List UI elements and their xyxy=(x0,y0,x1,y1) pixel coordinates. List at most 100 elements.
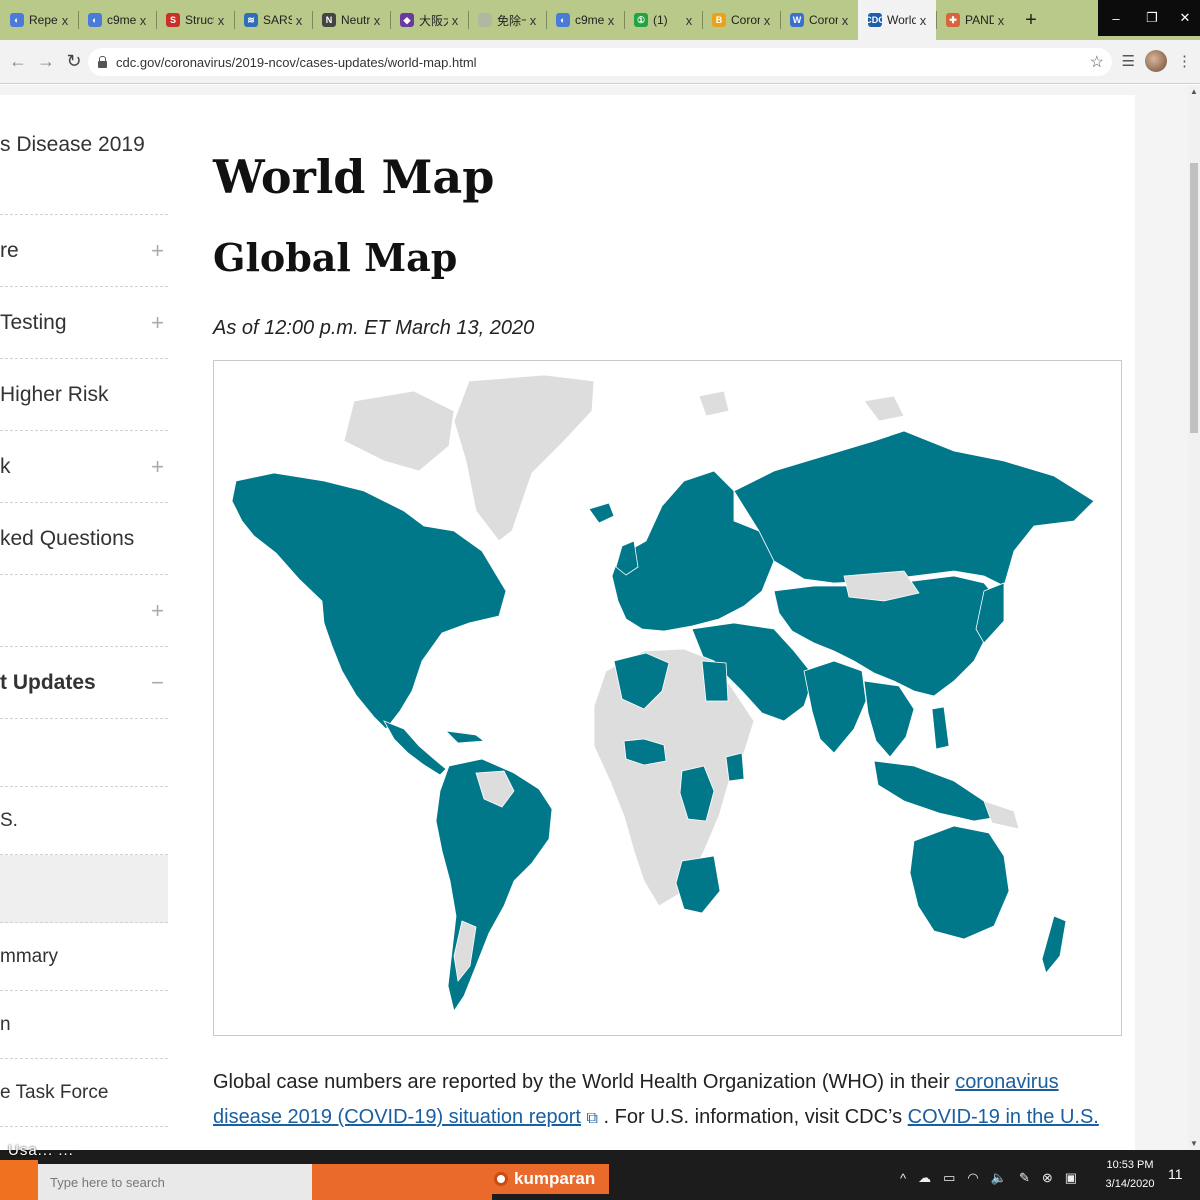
sidebar-item[interactable] xyxy=(0,855,168,923)
tray-icon[interactable]: ✎ xyxy=(1019,1170,1030,1186)
tab-close-icon[interactable]: x xyxy=(214,13,228,28)
new-tab-button[interactable]: + xyxy=(1014,0,1048,40)
forward-button[interactable]: → xyxy=(32,51,60,72)
sidebar-item[interactable]: e Task Force xyxy=(0,1059,168,1127)
tab-title: (1) xyxy=(653,13,668,27)
tray-icon[interactable]: ☁ xyxy=(918,1170,931,1186)
browser-tab[interactable]: ✚ PAND x xyxy=(936,0,1014,40)
expand-plus-icon[interactable]: + xyxy=(151,310,164,336)
scroll-up-icon[interactable]: ▲ xyxy=(1190,87,1198,96)
profile-avatar[interactable] xyxy=(1145,50,1167,72)
reload-button[interactable]: ↻ xyxy=(60,51,88,72)
kumparan-watermark: kumparan xyxy=(486,1164,610,1194)
sidebar-item[interactable]: n xyxy=(0,991,168,1059)
close-window-button[interactable]: ✕ xyxy=(1170,0,1200,36)
tab-close-icon[interactable]: x xyxy=(136,13,150,28)
expand-plus-icon[interactable]: + xyxy=(151,454,164,480)
browser-tab[interactable]: B Coronx xyxy=(702,0,780,40)
sidebar-item[interactable]: re + xyxy=(0,215,168,287)
sidebar-item[interactable]: mmary xyxy=(0,923,168,991)
sidebar-item[interactable]: + xyxy=(0,575,168,647)
india-region xyxy=(803,660,867,754)
taskbar-search-input[interactable]: Type here to search xyxy=(38,1164,312,1200)
collapse-minus-icon[interactable]: − xyxy=(151,670,164,696)
browser-tab[interactable]: N Neutr x xyxy=(312,0,390,40)
arctic-islands-east xyxy=(863,395,905,422)
scroll-down-icon[interactable]: ▼ xyxy=(1190,1139,1198,1148)
maximize-button[interactable]: ❐ xyxy=(1134,0,1170,36)
tab-close-icon[interactable]: x xyxy=(838,13,852,28)
sidebar-item[interactable]: t Updates − xyxy=(0,647,168,719)
taskbar-apps[interactable] xyxy=(312,1164,492,1200)
sidebar-item[interactable]: k + xyxy=(0,431,168,503)
tab-close-icon[interactable]: x xyxy=(526,13,540,28)
browser-toolbar: ← → ↻ cdc.gov/coronavirus/2019-ncov/case… xyxy=(0,40,1200,84)
menu-icon[interactable]: ⋮ xyxy=(1177,52,1192,70)
browser-tab[interactable]: ◐ c9me(x xyxy=(546,0,624,40)
minimize-button[interactable]: – xyxy=(1098,0,1134,36)
sidebar-item-label: e Task Force xyxy=(0,1081,109,1103)
tab-close-icon[interactable]: x xyxy=(994,13,1008,28)
browser-tab[interactable]: W Coronx xyxy=(780,0,858,40)
browser-tab[interactable]: ≋ SARS-x xyxy=(234,0,312,40)
caribbean-region xyxy=(444,730,486,744)
tab-favicon-icon: S xyxy=(166,13,180,27)
southeast-asia-region xyxy=(863,680,915,758)
browser-tab[interactable]: ◆ 大阪大x xyxy=(390,0,468,40)
browser-tab[interactable]: ① (1) x xyxy=(624,0,702,40)
tab-close-icon[interactable]: x xyxy=(370,13,384,28)
world-map xyxy=(213,360,1122,1036)
sidebar-item-label: re xyxy=(0,238,19,262)
tray-icon[interactable]: ▭ xyxy=(943,1170,955,1186)
tab-favicon-icon: ◆ xyxy=(400,13,414,27)
tray-icon[interactable]: 🔈 xyxy=(991,1170,1007,1186)
tab-close-icon[interactable]: x xyxy=(292,13,306,28)
toolbar-icons: ☰ ⋮ xyxy=(1122,50,1192,72)
sidebar-nav: s Disease 2019 re + Testing + Higher Risk k + ke… xyxy=(0,95,168,1127)
taskbar-clock[interactable]: 10:53 PM 3/14/2020 xyxy=(1100,1156,1160,1194)
tray-icon[interactable]: ^ xyxy=(900,1171,906,1186)
address-bar[interactable]: cdc.gov/coronavirus/2019-ncov/cases-upda… xyxy=(88,48,1112,76)
reading-list-icon[interactable]: ☰ xyxy=(1122,52,1135,70)
tab-title: PAND xyxy=(965,13,994,27)
sidebar-item[interactable]: S. xyxy=(0,787,168,855)
sidebar-item[interactable]: Testing + xyxy=(0,287,168,359)
tab-title: Neutr xyxy=(341,13,370,27)
browser-tab[interactable]: 免除卡x xyxy=(468,0,546,40)
tab-close-icon[interactable]: x xyxy=(916,13,930,28)
tray-icon[interactable]: ◠ xyxy=(967,1170,978,1186)
sidebar-item[interactable]: ked Questions xyxy=(0,503,168,575)
back-button[interactable]: ← xyxy=(4,51,32,72)
sidebar-item-label: Higher Risk xyxy=(0,382,109,406)
tray-icon[interactable]: ⊗ xyxy=(1042,1170,1053,1186)
scrollbar-thumb[interactable] xyxy=(1190,163,1198,433)
bookmark-star-icon[interactable]: ☆ xyxy=(1090,52,1104,72)
sidebar-item[interactable]: Higher Risk xyxy=(0,359,168,431)
tab-close-icon[interactable]: x xyxy=(760,13,774,28)
tab-strip: ◐Reperx◐c9me(xSStructx≋SARS-xNNeutrx◆大阪大… xyxy=(0,0,1200,40)
start-button[interactable] xyxy=(0,1160,38,1200)
browser-tab[interactable]: ◐ c9me(x xyxy=(78,0,156,40)
page-scrollbar[interactable]: ▲ ▼ xyxy=(1188,85,1200,1150)
sidebar-item[interactable] xyxy=(0,719,168,787)
tab-close-icon[interactable]: x xyxy=(682,13,696,28)
browser-tab[interactable]: S Struct x xyxy=(156,0,234,40)
sidebar-item-label: mmary xyxy=(0,945,59,967)
sidebar-item[interactable]: s Disease 2019 xyxy=(0,95,168,215)
expand-plus-icon[interactable]: + xyxy=(151,238,164,264)
notification-center-icon[interactable]: 11 xyxy=(1168,1166,1188,1186)
tab-favicon-icon: ◐ xyxy=(88,13,102,27)
tab-title: SARS- xyxy=(263,13,292,27)
expand-plus-icon[interactable]: + xyxy=(151,598,164,624)
tab-close-icon[interactable]: x xyxy=(604,13,618,28)
tab-close-icon[interactable]: x xyxy=(448,13,462,28)
browser-tab[interactable]: CDC World x xyxy=(858,0,936,40)
sidebar-item-label: S. xyxy=(0,809,18,831)
url-text[interactable]: cdc.gov/coronavirus/2019-ncov/cases-upda… xyxy=(116,55,477,70)
tab-close-icon[interactable]: x xyxy=(58,13,72,28)
description-text-1: Global case numbers are reported by the … xyxy=(213,1071,956,1093)
browser-tab[interactable]: ◐ Reperx xyxy=(0,0,78,40)
map-description: Global case numbers are reported by the … xyxy=(213,1065,1113,1136)
covid-us-link[interactable]: COVID-19 in the U.S. xyxy=(908,1106,1099,1128)
tray-icon[interactable]: ▣ xyxy=(1065,1170,1077,1186)
